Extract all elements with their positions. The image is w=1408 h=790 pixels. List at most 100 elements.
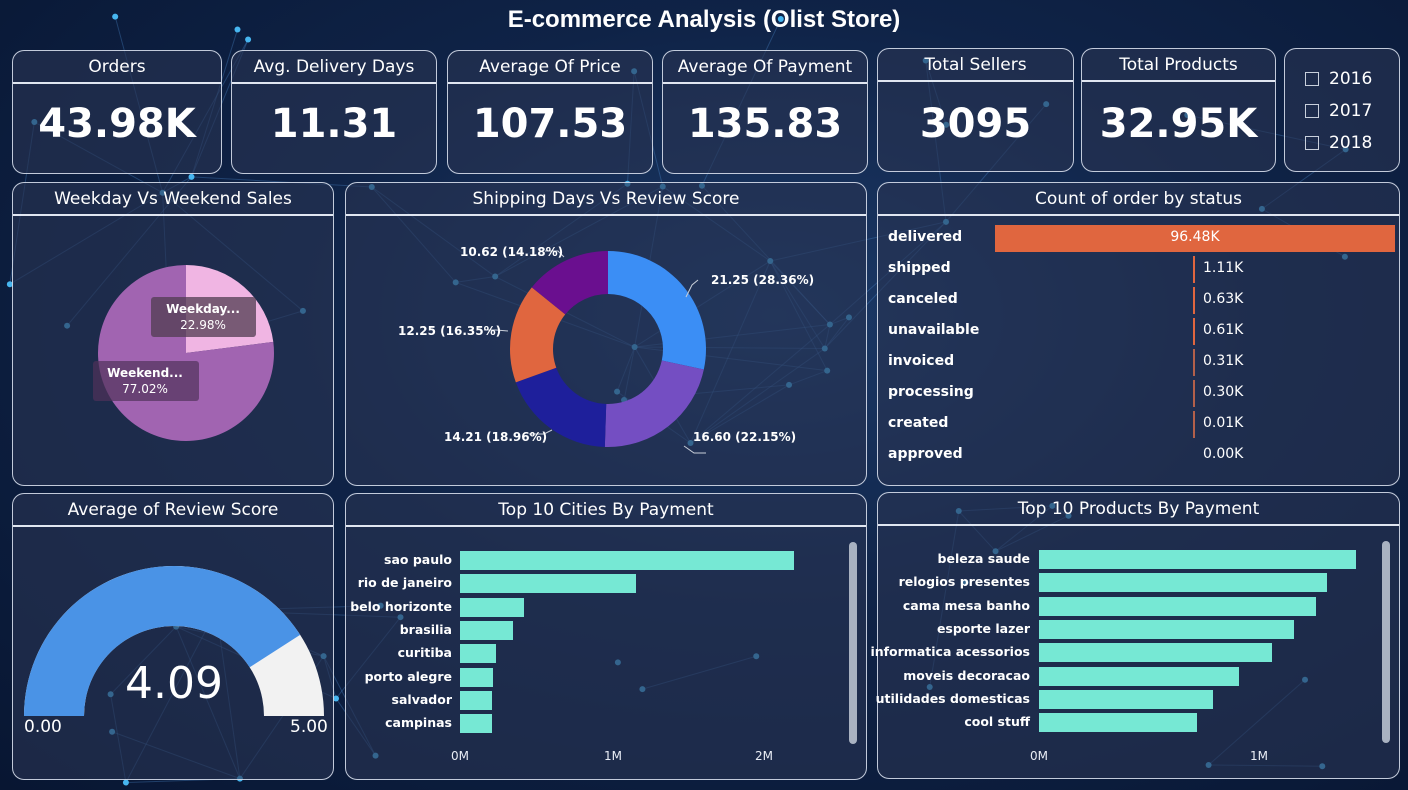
slice-label-1421: 14.21 (18.96%) xyxy=(444,430,547,444)
product-scrollbar[interactable] xyxy=(1382,541,1390,743)
city-row[interactable]: belo horizonte xyxy=(346,597,452,619)
city-row[interactable]: sao paulo xyxy=(346,550,452,572)
year-option-2018[interactable]: 2018 xyxy=(1305,127,1372,159)
bar-beleza-saude[interactable] xyxy=(1039,550,1356,569)
top-products-card[interactable]: Top 10 Products By Payment beleza saude … xyxy=(870,492,1400,779)
city-row[interactable]: curitiba xyxy=(346,643,452,665)
network-node xyxy=(122,779,129,786)
product-row[interactable]: informatica acessorios xyxy=(870,642,1030,664)
city-row[interactable]: porto alegre xyxy=(346,667,452,689)
product-row[interactable]: relogios presentes xyxy=(878,572,1030,594)
status-label: shipped xyxy=(888,260,951,276)
review-score-gauge[interactable]: 4.09 xyxy=(13,528,333,778)
review-score-card[interactable]: Average of Review Score 4.09 0.00 5.00 xyxy=(12,493,334,780)
city-label: porto alegre xyxy=(364,669,452,684)
city-label: rio de janeiro xyxy=(357,575,452,590)
slice-label-1062: 10.62 (14.18%) xyxy=(460,245,563,259)
status-value: 0.61K xyxy=(1203,322,1244,338)
city-row[interactable]: campinas xyxy=(346,713,452,735)
product-row[interactable]: cama mesa banho xyxy=(878,596,1030,618)
bar-relogios-presentes[interactable] xyxy=(1039,573,1328,592)
bar-belo-horizonte[interactable] xyxy=(460,598,524,617)
status-row-unavailable[interactable]: unavailable 0.61K xyxy=(888,316,1389,347)
orders-kpi-value: 43.98K xyxy=(38,101,196,147)
year-slicer[interactable]: 2016 2017 2018 xyxy=(1284,48,1400,172)
city-row[interactable]: salvador xyxy=(346,690,452,712)
weekday-weekend-pie-chart[interactable]: Weekday... 22.98% Weekend... 77.02% xyxy=(13,217,333,485)
products-kpi-card[interactable]: Total Products 32.95K xyxy=(1081,48,1276,172)
status-row-delivered[interactable]: delivered 96.48K xyxy=(888,223,1395,254)
city-axis-tick: 1M xyxy=(604,749,622,763)
status-bar xyxy=(1193,349,1195,376)
product-label: esporte lazer xyxy=(936,621,1030,636)
payment-kpi-label: Average Of Payment xyxy=(663,51,867,84)
bar-porto-alegre[interactable] xyxy=(460,668,494,687)
product-row[interactable]: cool stuff xyxy=(878,712,1030,734)
city-scrollbar[interactable] xyxy=(849,542,857,744)
order-status-bar-chart[interactable]: delivered 96.48K shipped 1.11K canceled … xyxy=(878,223,1399,478)
checkbox-icon[interactable] xyxy=(1305,104,1319,118)
year-option-2017[interactable]: 2017 xyxy=(1305,95,1372,127)
sellers-kpi-card[interactable]: Total Sellers 3095 xyxy=(877,48,1074,172)
bar-campinas[interactable] xyxy=(460,714,492,733)
top-products-bar-chart[interactable]: beleza saude relogios presentes cama mes… xyxy=(870,493,1399,778)
status-row-invoiced[interactable]: invoiced 0.31K xyxy=(888,347,1389,378)
product-row[interactable]: beleza saude xyxy=(878,549,1030,571)
weekend-slice-percent: 77.02% xyxy=(122,382,168,396)
city-row[interactable]: rio de janeiro xyxy=(346,573,452,595)
sellers-kpi-value: 3095 xyxy=(919,101,1032,147)
review-score-title: Average of Review Score xyxy=(13,494,333,527)
shipping-review-card[interactable]: Shipping Days Vs Review Score 21.25 (28.… xyxy=(345,182,867,486)
shipping-review-donut-chart[interactable]: 21.25 (28.36%) 16.60 (22.15%) 14.21 (18.… xyxy=(346,217,866,485)
orders-kpi-label: Orders xyxy=(13,51,221,84)
bar-salvador[interactable] xyxy=(460,691,492,710)
bar-curitiba[interactable] xyxy=(460,644,497,663)
bar-esporte-lazer[interactable] xyxy=(1039,620,1295,639)
status-row-canceled[interactable]: canceled 0.63K xyxy=(888,285,1389,316)
year-option-2016[interactable]: 2016 xyxy=(1305,63,1372,95)
donut-slice-1660[interactable] xyxy=(604,360,704,447)
order-status-card[interactable]: Count of order by status delivered 96.48… xyxy=(877,182,1400,486)
dashboard-title: E-commerce Analysis (Olist Store) xyxy=(507,6,901,33)
donut-slice-2125[interactable] xyxy=(608,251,706,370)
checkbox-icon[interactable] xyxy=(1305,136,1319,150)
bar-informatica-acessorios[interactable] xyxy=(1039,643,1273,662)
city-row[interactable]: brasilia xyxy=(346,620,452,642)
city-axis-tick: 0M xyxy=(451,749,469,763)
status-row-processing[interactable]: processing 0.30K xyxy=(888,378,1389,409)
product-label: moveis decoracao xyxy=(903,668,1030,683)
leader-line xyxy=(685,279,699,298)
product-row[interactable]: esporte lazer xyxy=(878,619,1030,641)
bar-moveis-decoracao[interactable] xyxy=(1039,667,1240,686)
city-axis-tick: 2M xyxy=(755,749,773,763)
bar-cool-stuff[interactable] xyxy=(1039,713,1198,732)
product-row[interactable]: moveis decoracao xyxy=(878,666,1030,688)
status-row-created[interactable]: created 0.01K xyxy=(888,409,1389,440)
bar-sao-paulo[interactable] xyxy=(460,551,795,570)
city-label: salvador xyxy=(391,692,452,707)
bar-rio-de-janeiro[interactable] xyxy=(460,574,637,593)
delivery-kpi-card[interactable]: Avg. Delivery Days 11.31 xyxy=(231,50,437,174)
status-row-shipped[interactable]: shipped 1.11K xyxy=(888,254,1389,285)
product-row[interactable]: utilidades domesticas xyxy=(876,689,1030,711)
top-cities-card[interactable]: Top 10 Cities By Payment sao paulo rio d… xyxy=(345,493,867,780)
status-value: 0.00K xyxy=(1203,446,1244,462)
weekday-slice-percent: 22.98% xyxy=(180,318,226,332)
status-bar xyxy=(1193,256,1195,283)
bar-brasilia[interactable] xyxy=(460,621,514,640)
city-label: belo horizonte xyxy=(350,599,452,614)
checkbox-icon[interactable] xyxy=(1305,72,1319,86)
city-label: brasilia xyxy=(399,622,452,637)
status-value: 0.31K xyxy=(1203,353,1244,369)
slice-label-1225: 12.25 (16.35%) xyxy=(398,324,501,338)
top-cities-bar-chart[interactable]: sao paulo rio de janeiro belo horizonte … xyxy=(346,494,866,779)
bar-utilidades-domesticas[interactable] xyxy=(1039,690,1213,709)
weekday-weekend-card[interactable]: Weekday Vs Weekend Sales Weekday... 22.9… xyxy=(12,182,334,486)
orders-kpi-card[interactable]: Orders 43.98K xyxy=(12,50,222,174)
status-label: invoiced xyxy=(888,353,955,369)
status-bar xyxy=(1193,318,1195,345)
status-row-approved[interactable]: approved 0.00K xyxy=(888,440,1389,471)
bar-cama-mesa-banho[interactable] xyxy=(1039,597,1317,616)
price-kpi-card[interactable]: Average Of Price 107.53 xyxy=(447,50,653,174)
payment-kpi-card[interactable]: Average Of Payment 135.83 xyxy=(662,50,868,174)
